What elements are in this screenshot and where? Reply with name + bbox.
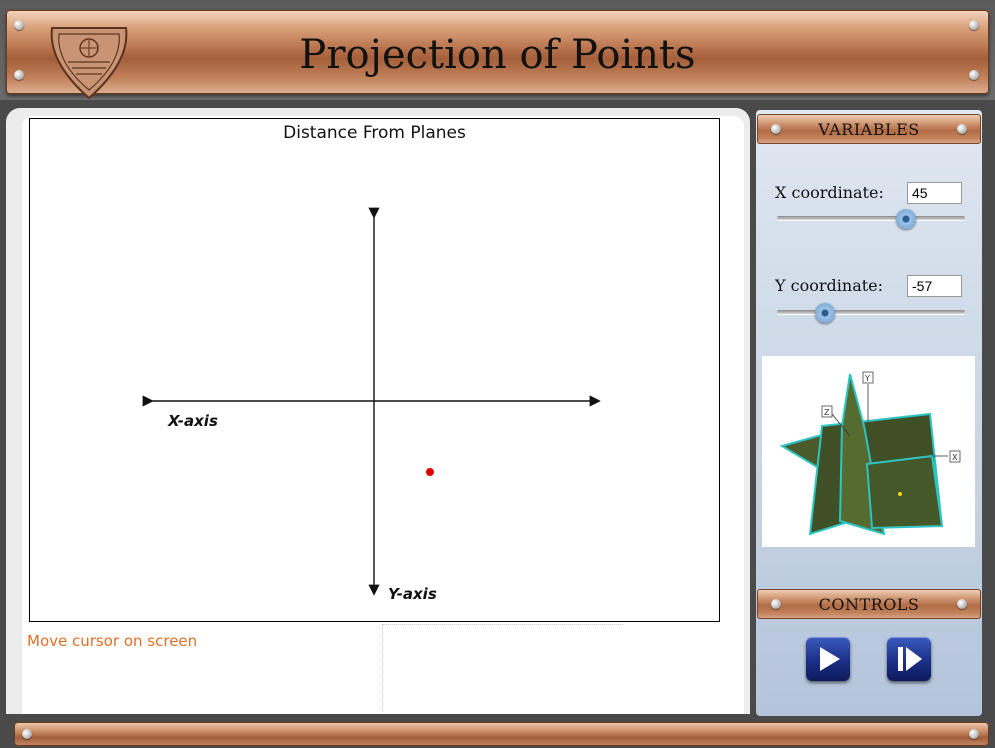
x-coordinate-field[interactable] xyxy=(907,182,962,204)
y-coordinate-slider[interactable] xyxy=(777,310,965,314)
y-slider-thumb[interactable] xyxy=(815,303,835,323)
y-coordinate-field[interactable] xyxy=(907,275,962,297)
status-message: Move cursor on screen xyxy=(27,632,198,650)
footer-plate xyxy=(14,722,989,746)
bolt-icon xyxy=(969,729,979,739)
preview-z-label: Z xyxy=(824,408,830,417)
bolt-icon xyxy=(14,20,24,30)
y-axis-label: Y-axis xyxy=(388,585,437,603)
preview-x-label: X xyxy=(952,453,958,462)
step-forward-icon xyxy=(898,647,922,671)
x-coordinate-label: X coordinate: xyxy=(775,183,884,202)
divider xyxy=(383,624,623,625)
app-title: Projection of Points xyxy=(299,32,696,78)
step-forward-button[interactable] xyxy=(887,637,931,681)
x-coordinate-slider[interactable] xyxy=(777,216,965,220)
axes-drawing: X-axis Y-axis xyxy=(142,207,601,603)
bolt-icon xyxy=(969,20,979,30)
controls-header: CONTROLS xyxy=(757,589,981,619)
divider xyxy=(382,624,383,712)
header: Projection of Points xyxy=(0,0,995,100)
variables-header: VARIABLES xyxy=(757,114,981,144)
3d-planes-preview: Y Z X xyxy=(762,356,975,547)
x-slider-thumb[interactable] xyxy=(896,209,916,229)
projected-point xyxy=(426,468,434,476)
variables-heading: VARIABLES xyxy=(818,120,920,139)
projection-canvas[interactable]: Distance From Planes X-axis Y-axis xyxy=(29,118,720,622)
x-axis-label: X-axis xyxy=(167,412,218,430)
play-button[interactable] xyxy=(806,637,850,681)
controls-heading: CONTROLS xyxy=(818,595,920,614)
y-coordinate-label: Y coordinate: xyxy=(775,276,884,295)
play-icon xyxy=(820,647,840,671)
preview-y-label: Y xyxy=(864,374,870,383)
header-plate: Projection of Points xyxy=(6,10,989,100)
bolt-icon xyxy=(22,729,32,739)
planes-illustration: Y Z X xyxy=(779,371,961,536)
